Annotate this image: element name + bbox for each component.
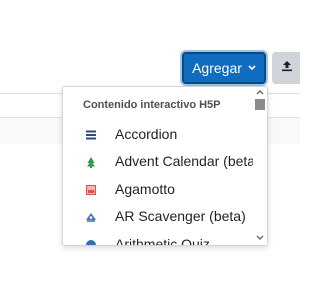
dropdown-scrollbar[interactable] — [253, 87, 267, 245]
add-content-dropdown: Contenido interactivo H5P Accordion Adve… — [62, 86, 268, 246]
upload-button[interactable] — [272, 52, 300, 84]
menu-item-label: Accordion — [115, 126, 178, 142]
scroll-up-icon[interactable] — [256, 88, 264, 97]
menu-item-label: Agamotto — [115, 181, 175, 197]
page: Agregar Contenido interactivo H5P Accord… — [0, 0, 300, 281]
quiz-icon — [85, 238, 97, 245]
upload-icon — [281, 59, 293, 77]
menu-item-label: AR Scavenger (beta) — [115, 208, 246, 224]
scroll-thumb[interactable] — [255, 99, 265, 110]
ar-scavenger-icon — [85, 210, 97, 222]
menu-item-ar-scavenger[interactable]: AR Scavenger (beta) — [63, 203, 253, 229]
menu-item-advent-calendar[interactable]: Advent Calendar (beta) — [63, 148, 253, 174]
dropdown-list: Contenido interactivo H5P Accordion Adve… — [63, 87, 253, 245]
dropdown-header: Contenido interactivo H5P — [83, 99, 221, 111]
menu-item-label: Arithmetic Quiz — [115, 236, 210, 245]
chevron-down-icon — [248, 64, 256, 73]
tree-icon — [85, 155, 97, 168]
add-button-label: Agregar — [192, 60, 242, 76]
accordion-icon — [85, 128, 97, 140]
agamotto-icon — [85, 183, 97, 195]
menu-item-label: Advent Calendar (beta) — [115, 153, 253, 169]
add-button[interactable]: Agregar — [182, 52, 266, 84]
menu-item-arithmetic-quiz[interactable]: Arithmetic Quiz — [63, 231, 253, 245]
scroll-down-icon[interactable] — [256, 234, 264, 243]
menu-item-agamotto[interactable]: Agamotto — [63, 176, 253, 202]
menu-item-accordion[interactable]: Accordion — [63, 121, 253, 147]
